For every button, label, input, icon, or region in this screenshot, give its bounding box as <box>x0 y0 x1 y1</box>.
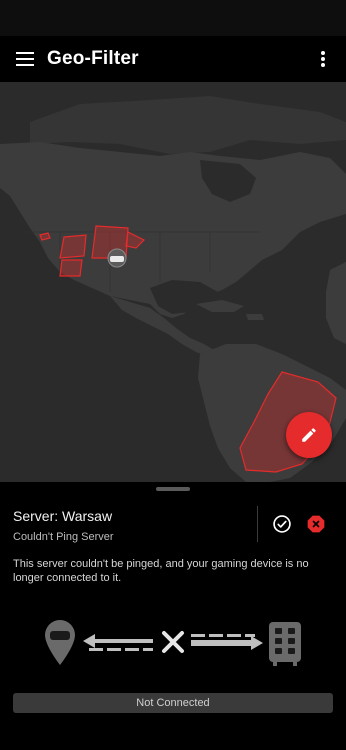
drag-handle[interactable] <box>156 487 190 491</box>
land-arctic <box>30 96 346 154</box>
pencil-icon <box>302 428 316 442</box>
gamepad-icon <box>107 248 127 268</box>
gamepad-location-icon <box>45 620 75 665</box>
connection-diagram <box>45 620 301 666</box>
server-rack-icon <box>269 622 301 666</box>
server-name: Server: Warsaw <box>13 508 113 524</box>
block-octagon-icon <box>307 515 325 533</box>
right-arrow-dashed <box>191 634 263 650</box>
check-circle-icon <box>273 515 291 533</box>
app-bar: Geo-Filter <box>0 36 346 82</box>
more-vert-icon[interactable] <box>312 48 334 70</box>
land-africa-edge <box>326 262 346 344</box>
region-west-b <box>59 259 83 277</box>
region-west-a <box>59 234 87 259</box>
app-title: Geo-Filter <box>47 48 139 69</box>
allow-server-button[interactable] <box>271 513 293 535</box>
edit-fab-button[interactable] <box>286 412 332 458</box>
server-status: Couldn't Ping Server <box>13 531 114 543</box>
region-west-small <box>39 232 51 241</box>
block-server-button[interactable] <box>305 513 327 535</box>
left-arrow-dashed <box>83 634 153 651</box>
land-hispaniola <box>246 314 264 320</box>
disconnected-x-icon <box>162 631 184 653</box>
divider <box>257 506 258 542</box>
hamburger-menu-icon[interactable] <box>14 48 36 70</box>
status-bar <box>0 0 346 36</box>
server-bottom-sheet: Server: Warsaw Couldn't Ping Server This… <box>0 482 346 750</box>
connection-status-button[interactable]: Not Connected <box>13 693 333 713</box>
server-description: This server couldn't be pinged, and your… <box>13 558 309 584</box>
